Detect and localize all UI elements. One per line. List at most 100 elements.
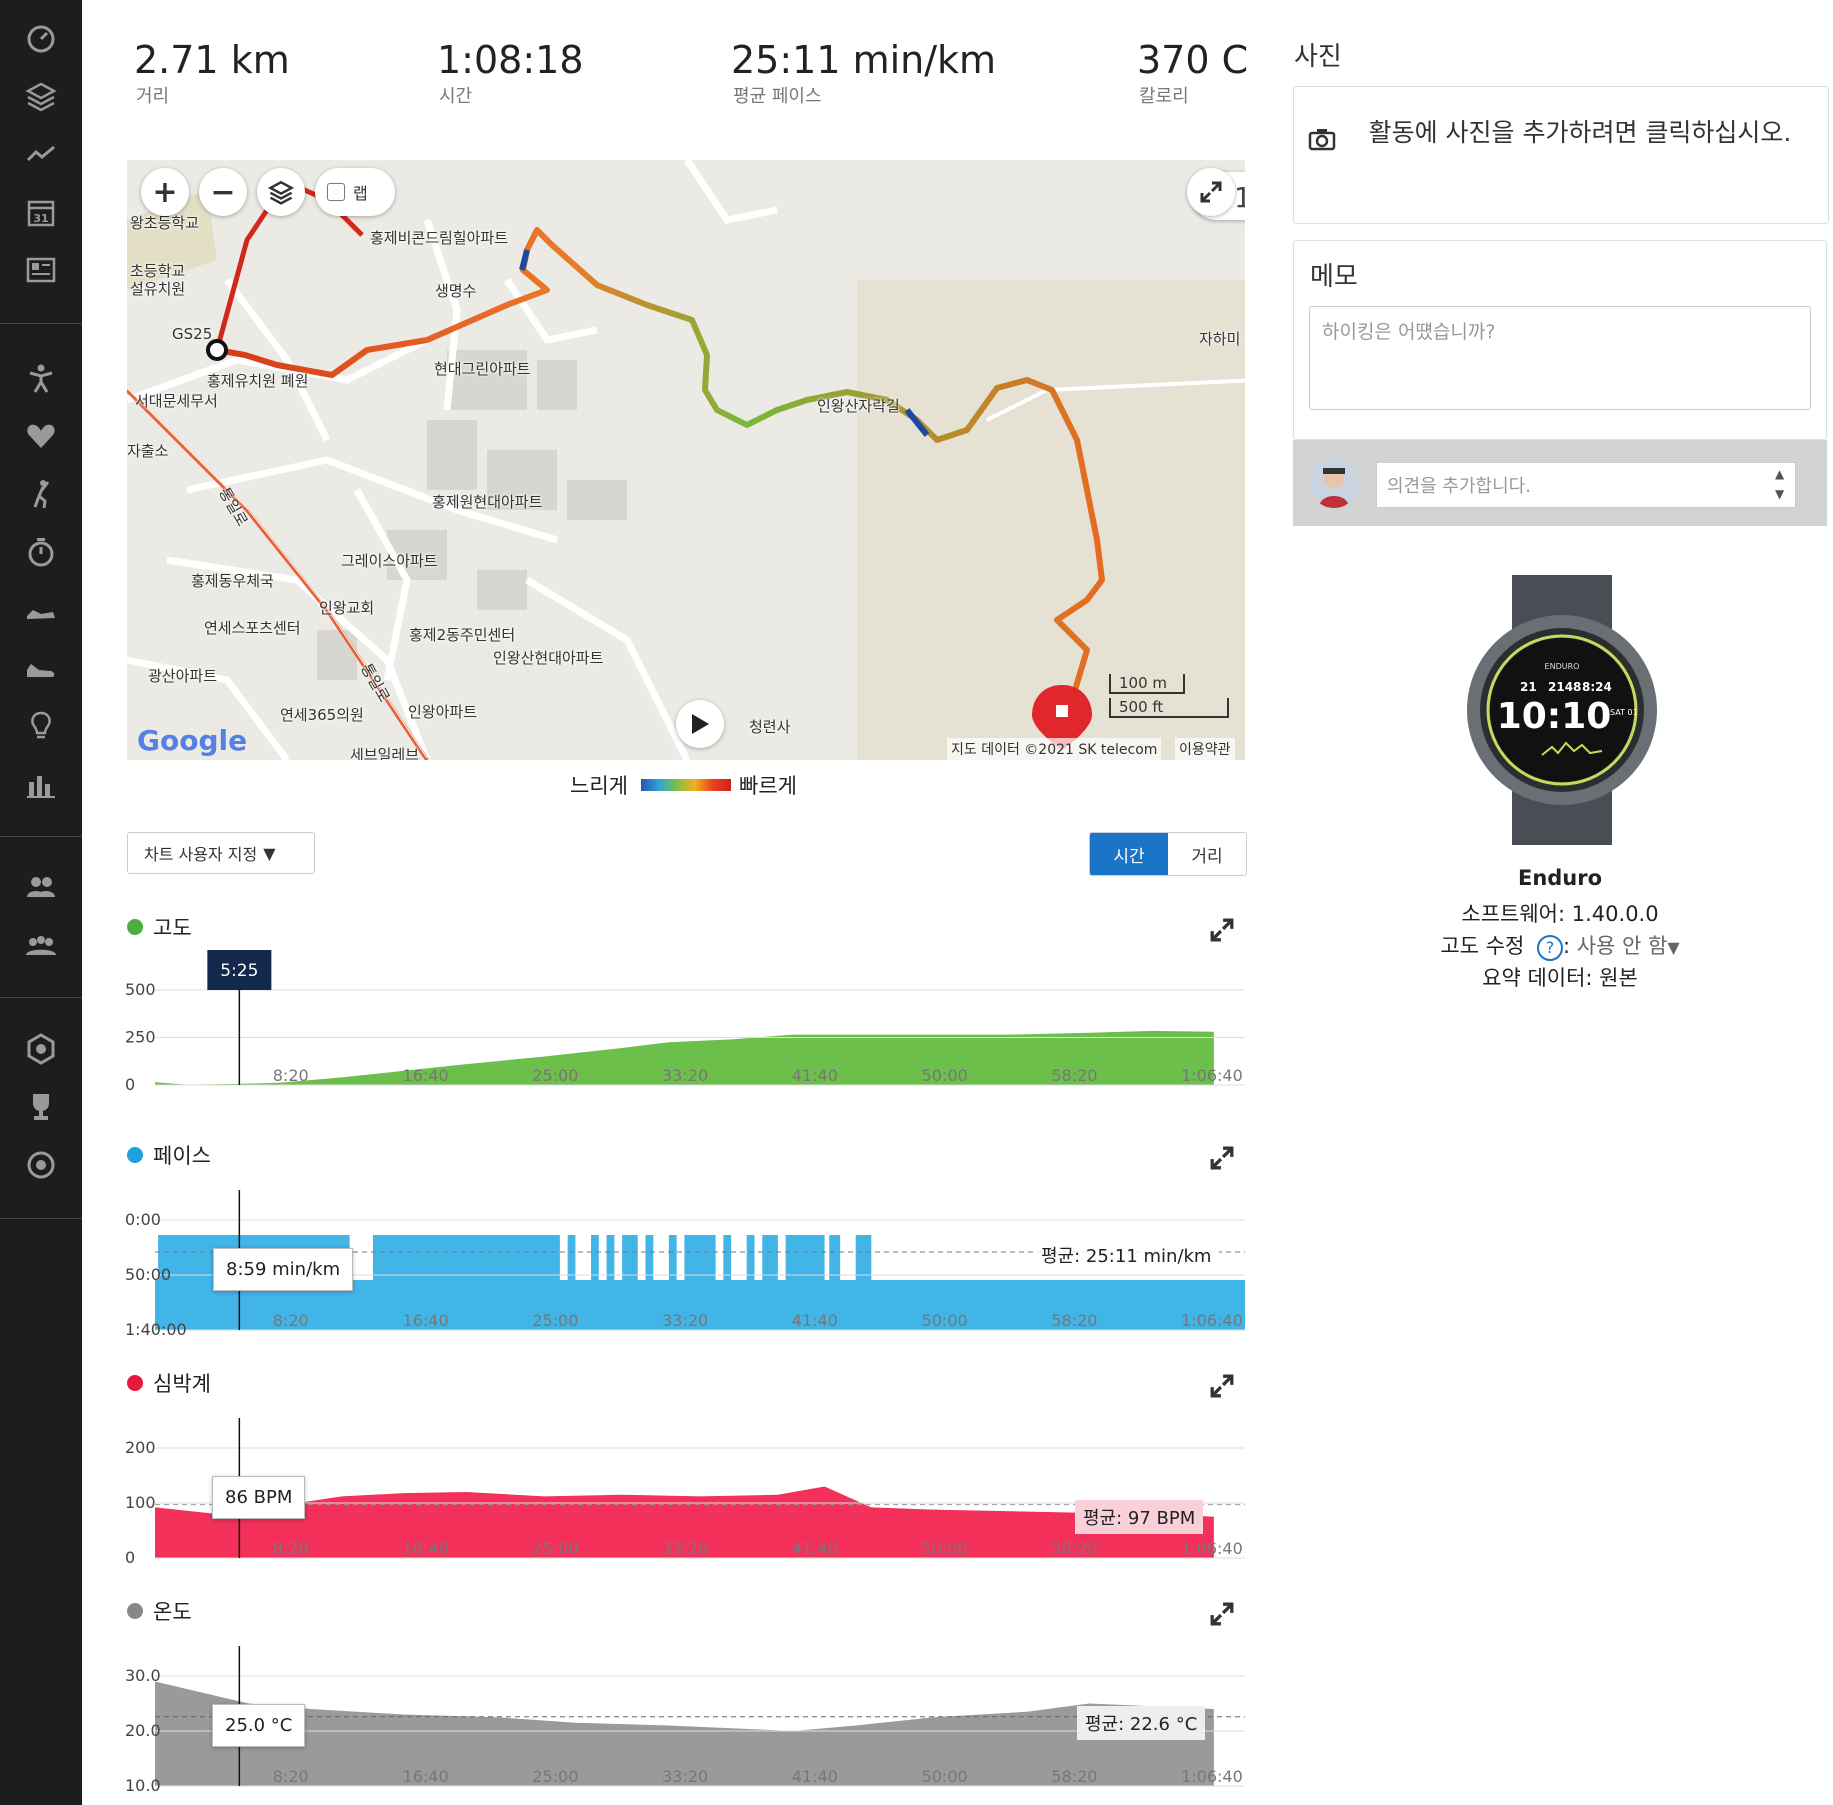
svg-text:2148: 2148 xyxy=(1548,680,1581,694)
x-tick-label: 8:20 xyxy=(273,1066,309,1085)
expand-icon[interactable] xyxy=(1210,1374,1234,1398)
map-label: 자하미 xyxy=(1199,330,1241,348)
news-icon[interactable] xyxy=(18,247,64,293)
svg-text:8:24: 8:24 xyxy=(1582,680,1612,694)
y-tick-label: 10.0 xyxy=(125,1776,161,1795)
legend-fast: 빠르게 xyxy=(739,774,797,798)
map-label: 홍제유치원 폐원 xyxy=(207,372,309,390)
map-label: 세브일레브 xyxy=(350,746,420,760)
lap-checkbox[interactable] xyxy=(327,183,345,201)
expand-icon[interactable] xyxy=(1210,1146,1234,1170)
heart-icon[interactable] xyxy=(18,413,64,459)
x-tick-label: 41:40 xyxy=(792,1066,838,1085)
trophy-icon[interactable] xyxy=(18,1084,64,1130)
x-tick-label: 50:00 xyxy=(922,1767,968,1786)
comment-stepper[interactable]: ▲ ▼ xyxy=(1775,464,1784,504)
play-icon xyxy=(692,714,709,734)
svg-text:10:10: 10:10 xyxy=(1497,696,1612,737)
map-label: 설유치원 xyxy=(130,280,186,298)
elevation-chart[interactable]: 500 250 0 8:20 16:40 25:00 33:20 41:40 50:00 58:2… xyxy=(125,950,1247,1100)
pace-bar xyxy=(746,1235,755,1285)
heart-chart-title: 심박계 xyxy=(127,1368,211,1398)
bar-chart-icon[interactable] xyxy=(18,761,64,807)
shoe-icon[interactable] xyxy=(18,587,64,633)
badge-icon[interactable] xyxy=(18,1026,64,1072)
map-label: 인왕산자락길 xyxy=(817,397,900,415)
layers-button[interactable] xyxy=(257,168,305,216)
pace-chart-title: 페이스 xyxy=(127,1140,211,1170)
expand-icon[interactable] xyxy=(1210,1602,1234,1626)
map-label: 홍제비콘드림힐아파트 xyxy=(370,229,509,247)
golf-icon[interactable] xyxy=(18,471,64,517)
pace-dot-icon xyxy=(127,1147,143,1163)
elev-corr-label: 고도 수정 xyxy=(1440,934,1525,958)
elevation-chart-title: 고도 xyxy=(127,912,192,942)
caret-down-icon[interactable]: ▼ xyxy=(1667,938,1679,957)
route-map[interactable]: 왕초등학교 초등학교 설유치원 GS25 홍제유치원 폐원 서대문세무서 자출소… xyxy=(127,160,1245,760)
sidebar-divider xyxy=(0,1218,82,1219)
temp-dot-icon xyxy=(127,1603,143,1619)
chart-customize-dropdown[interactable]: 차트 사용자 지정 ▼ xyxy=(127,832,315,874)
y-tick-label: 0 xyxy=(125,1548,135,1567)
heart-dot-icon xyxy=(127,1375,143,1391)
svg-text:21: 21 xyxy=(1520,680,1537,694)
x-tick-label: 33:20 xyxy=(662,1311,708,1330)
axis-toggle[interactable]: 시간 거리 xyxy=(1089,832,1247,876)
calendar-day: 31 xyxy=(33,212,48,225)
stat-calories-value: 370 C xyxy=(1137,38,1249,82)
temperature-value: 14.4° xyxy=(1234,181,1245,214)
svg-text:SAT 01: SAT 01 xyxy=(1610,708,1638,717)
exercise-icon[interactable] xyxy=(18,355,64,401)
fullscreen-button[interactable] xyxy=(1187,168,1235,216)
expand-icon[interactable] xyxy=(1210,918,1234,942)
map-label: 청련사 xyxy=(749,718,791,736)
calendar-icon[interactable]: 31 xyxy=(18,189,64,235)
memo-heading: 메모 xyxy=(1310,262,1358,292)
dashboard-icon[interactable] xyxy=(18,15,64,61)
photos-cta[interactable]: 활동에 사진을 추가하려면 클릭하십시오. xyxy=(1350,115,1810,151)
map-label: 홍제동우체국 xyxy=(191,572,274,590)
x-tick-label: 8:20 xyxy=(273,1539,309,1558)
sidebar-nav: 31 xyxy=(0,0,82,1805)
svg-text:ENDURO: ENDURO xyxy=(1545,662,1580,671)
sidebar-divider xyxy=(0,323,82,324)
toggle-distance[interactable]: 거리 xyxy=(1168,833,1246,875)
play-button[interactable] xyxy=(676,700,724,748)
photos-panel[interactable]: 활동에 사진을 추가하려면 클릭하십시오. xyxy=(1293,86,1829,224)
temp-chart-title: 온도 xyxy=(127,1596,192,1626)
activity-icon[interactable] xyxy=(18,131,64,177)
memo-textarea[interactable]: 하이킹은 어떘습니까? xyxy=(1309,306,1811,410)
camera-icon xyxy=(1308,129,1336,151)
sneaker-icon[interactable] xyxy=(18,645,64,691)
map-label: 홍제2동주민센터 xyxy=(409,626,516,644)
stopwatch-icon[interactable] xyxy=(18,529,64,575)
groups-icon[interactable] xyxy=(18,922,64,968)
connections-icon[interactable] xyxy=(18,864,64,910)
lap-label: 랩 xyxy=(353,184,368,203)
x-tick-label: 1:06:40 xyxy=(1181,1767,1243,1786)
y-tick-label: 1:40:00 xyxy=(125,1320,187,1339)
x-tick-label: 33:20 xyxy=(662,1539,708,1558)
target-icon[interactable] xyxy=(18,1142,64,1188)
lap-toggle[interactable]: 랩 xyxy=(315,168,395,216)
x-tick-label: 16:40 xyxy=(403,1066,449,1085)
terms-link[interactable]: 이용약관 xyxy=(1175,738,1235,760)
pace-title-text: 페이스 xyxy=(153,1144,211,1168)
map-label: 인왕교회 xyxy=(319,599,375,617)
x-tick-label: 41:40 xyxy=(792,1767,838,1786)
elev-corr-value[interactable]: 사용 안 함 xyxy=(1577,934,1668,958)
zoom-in-button[interactable]: + xyxy=(141,168,189,216)
zoom-out-button[interactable]: − xyxy=(199,168,247,216)
y-tick-label: 0:00 xyxy=(125,1210,161,1229)
help-icon[interactable]: ? xyxy=(1536,935,1563,961)
summary-data: 요약 데이터: 원본 xyxy=(1482,966,1638,990)
temp-tooltip: 25.0 °C xyxy=(212,1704,306,1747)
x-tick-label: 16:40 xyxy=(403,1539,449,1558)
x-tick-label: 8:20 xyxy=(273,1311,309,1330)
comment-input[interactable]: 의견을 추가합니다. xyxy=(1376,462,1796,508)
layers-icon[interactable] xyxy=(18,73,64,119)
toggle-time[interactable]: 시간 xyxy=(1090,833,1168,875)
lightbulb-icon[interactable] xyxy=(18,703,64,749)
map-label: 홍제원현대아파트 xyxy=(432,493,543,511)
pace-bar xyxy=(723,1235,732,1285)
